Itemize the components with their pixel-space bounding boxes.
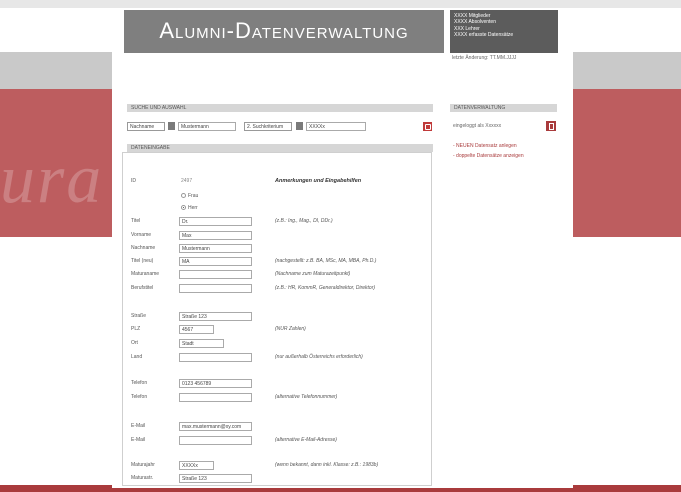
form-panel [122, 152, 432, 486]
field-label: Berufstitel [131, 285, 154, 291]
search-field-select-2[interactable]: 2. Suchkriterium [244, 122, 292, 131]
field-label: Land [131, 354, 143, 360]
field-input[interactable]: max.mustermann@xy.com [179, 422, 252, 431]
field-label: Titel [131, 218, 141, 224]
radio-frau[interactable] [181, 193, 186, 198]
radio-herr-label: Herr [188, 205, 198, 211]
field-input[interactable]: Mustermann [179, 244, 252, 253]
field-label: Telefon [131, 394, 148, 400]
search-input-2[interactable]: XXXXx [306, 122, 366, 131]
field-note: (alternative E-Mail-Adresse) [275, 437, 337, 443]
page-title: Alumni-Datenverwaltung [159, 18, 409, 43]
field-input[interactable]: Straße 123 [179, 312, 252, 321]
field-input[interactable] [179, 270, 252, 279]
new-record-link[interactable]: - NEUEN Datensatz anlegen [453, 143, 517, 149]
stats-list: XXXX Mitglieder XXXX Absolventen XXX Leh… [454, 13, 513, 39]
field-note: (nachgestellt: z.B. BA, MSc, MA, MBA, Ph… [275, 258, 377, 264]
field-note: (NUR Zahlen) [275, 326, 306, 332]
field-label: E-Mail [131, 437, 146, 443]
logged-in-text: eingeloggt als Xxxxxx [453, 123, 502, 129]
field-note: (wenn bekannt, dann inkl. Klasse: z.B.: … [275, 462, 379, 468]
search-go-icon[interactable] [423, 122, 432, 131]
field-input[interactable]: 4567 [179, 325, 214, 334]
radio-frau-label: Frau [188, 193, 199, 199]
last-change: letzte Änderung: TT.MM.JJJJ [452, 55, 517, 61]
stat-records: XXXX erfasste Datensätze [454, 32, 514, 39]
field-input[interactable] [179, 393, 252, 402]
radio-herr[interactable] [181, 205, 186, 210]
dateneingabe-header: Dateneingabe [127, 144, 433, 152]
field-note: (z.B.: HR, KommR, Generaldirektor, Direk… [275, 285, 376, 291]
field-label: Straße [131, 313, 147, 319]
field-note: (nur außerhalb Österreichs erforderlich) [275, 354, 363, 360]
top-band [0, 0, 681, 8]
logout-icon[interactable] [546, 121, 556, 131]
field-label: PLZ [131, 326, 141, 332]
field-note: (Nachname zum Maturazeitpunkt) [275, 271, 351, 277]
field-input[interactable]: XXXXx [179, 461, 214, 470]
field-input[interactable] [179, 353, 252, 362]
field-input[interactable]: 0123 456789 [179, 379, 252, 388]
field-label: Nachname [131, 245, 156, 251]
field-note: (z.B.: Ing., Mag., DI, DDr.) [275, 218, 333, 224]
duplicates-link[interactable]: - doppelte Datensätze anzeigen [453, 153, 524, 159]
field-label: Ort [131, 340, 138, 346]
id-label: ID [131, 178, 136, 184]
field-label: Maturastr. [131, 475, 154, 481]
field-label: Telefon [131, 380, 148, 386]
search-field-select-1[interactable]: Nachname [127, 122, 165, 131]
field-label: Maturajahr [131, 462, 155, 468]
search-section-header: Suche und Auswahl [127, 104, 433, 112]
notes-heading: Anmerkungen und Eingabehilfen [275, 178, 362, 184]
field-label: E-Mail [131, 423, 146, 429]
field-input[interactable]: Dr. [179, 217, 252, 226]
select-arrow-icon[interactable] [168, 122, 175, 130]
id-value: 2497 [181, 178, 193, 184]
search-input-1[interactable]: Mustermann [178, 122, 236, 131]
field-input[interactable] [179, 284, 252, 293]
datenverwaltung-header: Datenverwaltung [450, 104, 557, 112]
field-input[interactable]: Stadt [179, 339, 224, 348]
field-input[interactable]: Straße 123 [179, 474, 252, 483]
field-label: Vorname [131, 232, 152, 238]
field-input[interactable] [179, 436, 252, 445]
field-note: (alternative Telefonnummer) [275, 394, 338, 400]
field-input[interactable]: Max [179, 231, 252, 240]
select-arrow-icon[interactable] [296, 122, 303, 130]
field-label: Titel (neu) [131, 258, 154, 264]
field-label: Maturaname [131, 271, 160, 277]
field-input[interactable]: MA [179, 257, 252, 266]
